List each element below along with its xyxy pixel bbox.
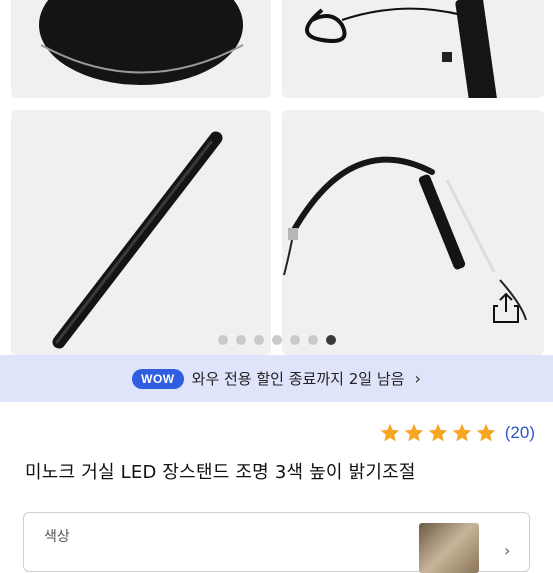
lamp-pole-image[interactable] bbox=[11, 110, 271, 355]
slide-indicator bbox=[0, 335, 553, 345]
slide-dot[interactable] bbox=[289, 335, 300, 345]
slide-dot-active[interactable] bbox=[325, 335, 336, 345]
star-icon bbox=[452, 423, 471, 442]
lamp-base-image[interactable] bbox=[11, 0, 271, 98]
product-image-gallery[interactable] bbox=[0, 0, 553, 355]
color-option-selector[interactable]: 색상 › bbox=[23, 512, 530, 573]
rating-summary[interactable]: (20) bbox=[379, 422, 535, 444]
slide-dot[interactable] bbox=[253, 335, 264, 345]
wow-badge: WOW bbox=[132, 368, 184, 389]
slide-dot[interactable] bbox=[307, 335, 318, 345]
review-count-link[interactable]: (20) bbox=[505, 423, 535, 443]
option-thumbnail bbox=[419, 523, 479, 573]
option-label: 색상 bbox=[44, 529, 70, 545]
product-title: 미노크 거실 LED 장스탠드 조명 3색 높이 밝기조절 bbox=[25, 462, 416, 483]
star-icon bbox=[404, 423, 423, 442]
slide-dot[interactable] bbox=[217, 335, 228, 345]
slide-dot[interactable] bbox=[235, 335, 246, 345]
chevron-right-icon: › bbox=[504, 541, 511, 560]
star-icon bbox=[476, 423, 495, 442]
star-icon bbox=[380, 423, 399, 442]
chevron-right-icon: › bbox=[414, 369, 421, 388]
star-icon bbox=[428, 423, 447, 442]
wow-promo-banner[interactable]: WOW 와우 전용 할인 종료까지 2일 남음 › bbox=[0, 355, 553, 402]
slide-dot[interactable] bbox=[271, 335, 282, 345]
share-icon[interactable] bbox=[488, 290, 524, 326]
wow-promo-text: 와우 전용 할인 종료까지 2일 남음 bbox=[191, 370, 405, 388]
lamp-cable-image[interactable] bbox=[282, 0, 544, 98]
